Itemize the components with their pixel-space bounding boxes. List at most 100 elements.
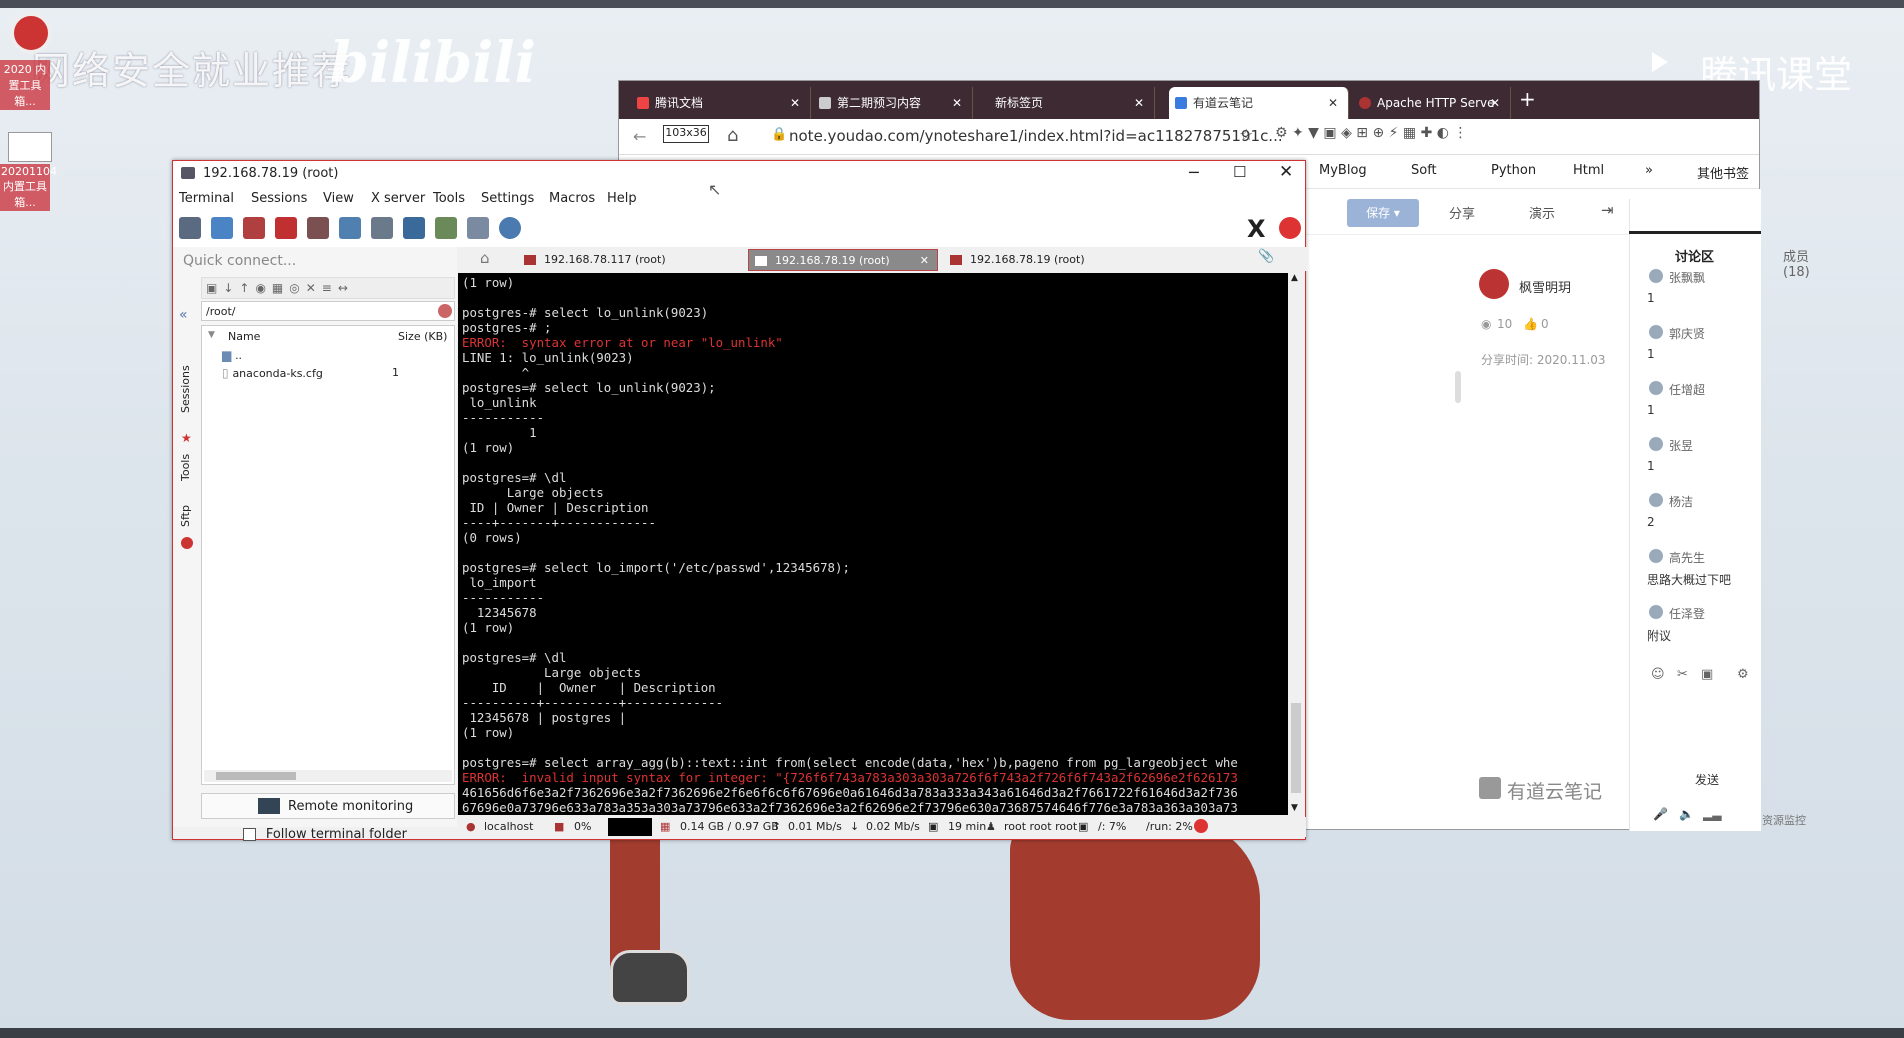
share-button[interactable]: 分享 [1449, 203, 1475, 222]
browser-tab[interactable]: Apache HTTP Serve ✕ [1353, 87, 1511, 119]
speaker-icon[interactable]: 🔈 [1679, 807, 1694, 821]
bookmark-soft[interactable]: Soft [1411, 163, 1437, 178]
horizontal-scrollbar[interactable] [204, 770, 452, 782]
home-icon[interactable]: ⌂ [727, 125, 738, 146]
tunneling-icon[interactable] [435, 217, 457, 239]
close-icon[interactable]: ✕ [1490, 87, 1500, 119]
close-icon[interactable]: ✕ [790, 87, 800, 119]
servers-icon[interactable] [211, 217, 233, 239]
scroll-thumb[interactable] [216, 772, 296, 780]
desktop-icon-label[interactable]: 20201104 内置工具箱... [0, 164, 57, 211]
back-icon[interactable]: ← [633, 127, 646, 146]
collapse-sidebar-icon[interactable]: « [179, 307, 188, 323]
sessions-icon[interactable] [307, 217, 329, 239]
star-icon[interactable]: ☆ [1239, 125, 1253, 144]
close-icon[interactable]: ✕ [920, 250, 929, 272]
present-button[interactable]: 演示 [1529, 203, 1555, 222]
close-icon[interactable]: ✕ [952, 87, 962, 119]
bookmark-other[interactable]: 其他书签 [1697, 163, 1749, 182]
go-icon[interactable] [438, 304, 452, 318]
browser-tab-active[interactable]: 有道云笔记 ✕ [1169, 87, 1349, 119]
image-icon[interactable]: ▣ [1701, 667, 1713, 682]
file-row[interactable]: ▆ .. [222, 348, 242, 362]
packages-icon[interactable] [467, 217, 489, 239]
upload-icon: ↑ [772, 820, 782, 833]
collapse-icon[interactable]: ⇥ [1601, 201, 1614, 219]
attach-icon[interactable]: 📎 [1258, 249, 1274, 264]
scissors-icon[interactable]: ✂ [1677, 667, 1688, 682]
tab-discussion[interactable]: 讨论区 [1675, 246, 1714, 265]
remote-monitoring-button[interactable]: Remote monitoring [201, 793, 455, 819]
terminal-tab[interactable]: 192.168.78.19 (root) [944, 249, 1164, 271]
file-row[interactable]: ▯ anaconda-ks.cfg 1 [222, 366, 442, 380]
settings-icon[interactable]: ⚙ [1737, 667, 1749, 682]
status-disk-run: /run: 2% [1146, 820, 1193, 833]
menu-macros[interactable]: Macros [549, 191, 595, 206]
extension-icons[interactable]: ⚙ ✦ ▼ ▣ ◈ ⊞ ⊕ ⚡ ▦ ✚ ◐ ⋮ [1275, 125, 1467, 141]
scroll-thumb[interactable] [1291, 703, 1301, 793]
games-icon[interactable] [275, 217, 297, 239]
sftp-toolbar: ▣↓↑◉▦◎✕≡↔ [201, 277, 455, 299]
scroll-down-icon[interactable]: ▼ [1291, 803, 1298, 813]
menu-xserver[interactable]: X server [371, 191, 425, 206]
scroll-handle[interactable] [1455, 371, 1461, 403]
desktop-app-icon[interactable] [10, 12, 52, 54]
close-icon[interactable]: ✕ [1279, 162, 1293, 182]
cpu-graph [608, 818, 652, 836]
terminal-line: 461656d6f6e3a2f7362696e3a2f7362696e2f6e6… [462, 785, 1238, 800]
terminal-tab[interactable]: 192.168.78.117 (root) [518, 249, 738, 271]
exit-icon[interactable] [1279, 217, 1301, 239]
browser-tab[interactable]: 第二期预习内容 ✕ [813, 87, 973, 119]
stop-icon[interactable] [1194, 819, 1208, 833]
browser-tab[interactable]: 新标签页 ✕ [975, 87, 1155, 119]
session-icon[interactable] [179, 217, 201, 239]
terminal-scrollbar[interactable]: ▲ ▼ [1288, 273, 1304, 815]
save-button[interactable]: 保存 ▾ [1347, 199, 1419, 227]
help-icon[interactable] [499, 217, 521, 239]
tab-members[interactable]: 成员(18) [1783, 246, 1810, 280]
close-icon[interactable]: ✕ [1134, 87, 1144, 119]
maximize-icon[interactable]: ☐ [1233, 163, 1246, 181]
multiexec-icon[interactable] [403, 217, 425, 239]
menu-tools[interactable]: Tools [433, 191, 465, 206]
mic-icon[interactable]: 🎤 [1653, 807, 1668, 821]
col-size[interactable]: Size (KB) [398, 330, 447, 343]
desktop-folder-icon[interactable] [8, 132, 52, 162]
split-icon[interactable] [371, 217, 393, 239]
file-icon: ▯ [222, 366, 229, 380]
path-field[interactable]: /root/ [201, 301, 455, 321]
bookmark-html[interactable]: Html [1573, 163, 1604, 178]
emoji-icon[interactable]: ☺ [1651, 667, 1665, 682]
sftp-tool-icons[interactable]: ▣↓↑◉▦◎✕≡↔ [206, 281, 354, 295]
close-icon[interactable]: ✕ [1328, 87, 1338, 119]
comment-text: 附议 [1647, 629, 1672, 643]
tools-icon[interactable] [243, 217, 265, 239]
home-icon[interactable]: ⌂ [480, 249, 490, 267]
menu-terminal[interactable]: Terminal [179, 191, 234, 206]
bookmark-myblog[interactable]: MyBlog [1319, 163, 1367, 178]
checkbox[interactable] [243, 828, 256, 841]
bookmarks-overflow[interactable]: » [1645, 163, 1653, 178]
col-name[interactable]: Name [228, 330, 260, 343]
follow-folder-checkbox[interactable]: Follow terminal folder [243, 827, 407, 842]
quick-connect-input[interactable]: Quick connect... [183, 253, 405, 273]
vtab-label: Sftp [179, 505, 192, 527]
menu-view[interactable]: View [323, 191, 354, 206]
terminal-tab-active[interactable]: 192.168.78.19 (root) ✕ [748, 249, 938, 271]
browser-tab[interactable]: 腾讯文档 ✕ [631, 87, 811, 119]
bilibili-logo: bilibili [330, 30, 536, 96]
url-text[interactable]: note.youdao.com/ynoteshare1/index.html?i… [789, 127, 1283, 145]
view-icon[interactable] [339, 217, 361, 239]
tab-label: 腾讯文档 [655, 96, 704, 110]
desktop-icon-label[interactable]: 2020 内置工具箱... [0, 60, 50, 110]
minimize-icon[interactable]: ─ [1189, 163, 1199, 182]
xserver-icon[interactable]: X [1247, 215, 1266, 243]
bookmark-python[interactable]: Python [1491, 163, 1536, 178]
menu-help[interactable]: Help [607, 191, 637, 206]
scroll-up-icon[interactable]: ▲ [1291, 273, 1298, 283]
menu-sessions[interactable]: Sessions [251, 191, 307, 206]
terminal[interactable]: (1 row) postgres-# select lo_unlink(9023)… [458, 273, 1288, 815]
send-button[interactable]: 发送 [1695, 771, 1719, 788]
menu-settings[interactable]: Settings [481, 191, 534, 206]
new-tab-button[interactable]: + [1519, 87, 1536, 111]
